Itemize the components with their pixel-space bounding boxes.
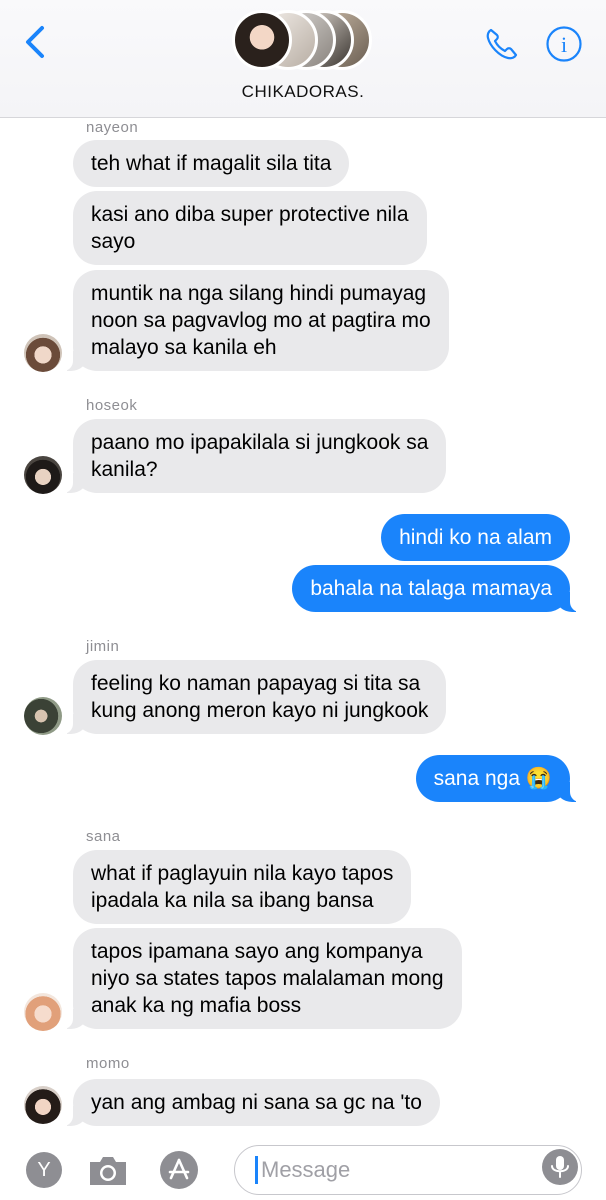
app-store-icon[interactable] — [160, 1151, 198, 1189]
message-input[interactable]: Message — [234, 1145, 582, 1195]
phone-icon[interactable] — [482, 24, 522, 64]
message-text: muntik na nga silang hindi pumayag noon … — [91, 282, 431, 359]
outgoing-message[interactable]: sana nga 😭 — [415, 755, 581, 802]
avatar[interactable] — [24, 993, 62, 1031]
group-name[interactable]: CHIKADORAS. — [0, 82, 606, 102]
incoming-message[interactable]: teh what if magalit sila tita — [73, 140, 350, 187]
avatar[interactable] — [24, 1086, 62, 1124]
message-text: tapos ipamana sayo ang kompanya niyo sa … — [91, 940, 444, 1017]
camera-icon[interactable] — [86, 1150, 130, 1190]
sender-name: jimin — [86, 638, 120, 655]
microphone-icon[interactable] — [542, 1149, 578, 1185]
conversation-header: CHIKADORAS. i — [0, 0, 606, 118]
message-text: bahala na talaga mamaya — [310, 577, 552, 600]
avatar[interactable] — [24, 697, 62, 735]
message-text: teh what if magalit sila tita — [91, 152, 332, 175]
message-text: what if paglayuin nila kayo tapos ipadal… — [91, 862, 394, 912]
message-text: yan ang ambag ni sana sa gc na 'to — [91, 1091, 422, 1114]
incoming-message[interactable]: muntik na nga silang hindi pumayag noon … — [63, 270, 449, 371]
outgoing-message[interactable]: bahala na talaga mamaya — [292, 565, 580, 612]
svg-text:i: i — [561, 32, 567, 57]
profile-button[interactable]: Y — [26, 1152, 62, 1188]
sender-name: sana — [86, 828, 121, 845]
incoming-message[interactable]: kasi ano diba super protective nila sayo — [73, 191, 427, 265]
text-cursor — [255, 1156, 258, 1184]
incoming-message[interactable]: tapos ipamana sayo ang kompanya niyo sa … — [63, 928, 462, 1029]
info-icon[interactable]: i — [544, 24, 584, 64]
message-placeholder: Message — [261, 1157, 351, 1182]
avatar[interactable] — [24, 334, 62, 372]
member-avatar — [232, 10, 292, 70]
back-chevron-icon[interactable] — [22, 24, 50, 60]
message-text: kasi ano diba super protective nila sayo — [91, 203, 409, 253]
incoming-message[interactable]: paano mo ipapakilala si jungkook sa kani… — [62, 419, 447, 493]
incoming-message[interactable]: what if paglayuin nila kayo tapos ipadal… — [73, 850, 412, 924]
sender-name: hoseok — [86, 397, 138, 414]
message-text: hindi ko na alam — [399, 526, 552, 549]
message-text: sana nga 😭 — [433, 767, 552, 790]
incoming-message[interactable]: yan ang ambag ni sana sa gc na 'to — [63, 1079, 440, 1126]
sender-name: momo — [86, 1055, 130, 1072]
outgoing-message[interactable]: hindi ko na alam — [381, 514, 570, 561]
sender-name: nayeon — [86, 119, 139, 136]
incoming-message[interactable]: feeling ko naman papayag si tita sa kung… — [62, 660, 447, 734]
avatar[interactable] — [24, 456, 62, 494]
group-avatar-stack[interactable] — [232, 8, 382, 72]
message-text: feeling ko naman papayag si tita sa kung… — [91, 672, 429, 722]
message-text: paano mo ipapakilala si jungkook sa kani… — [91, 431, 429, 481]
